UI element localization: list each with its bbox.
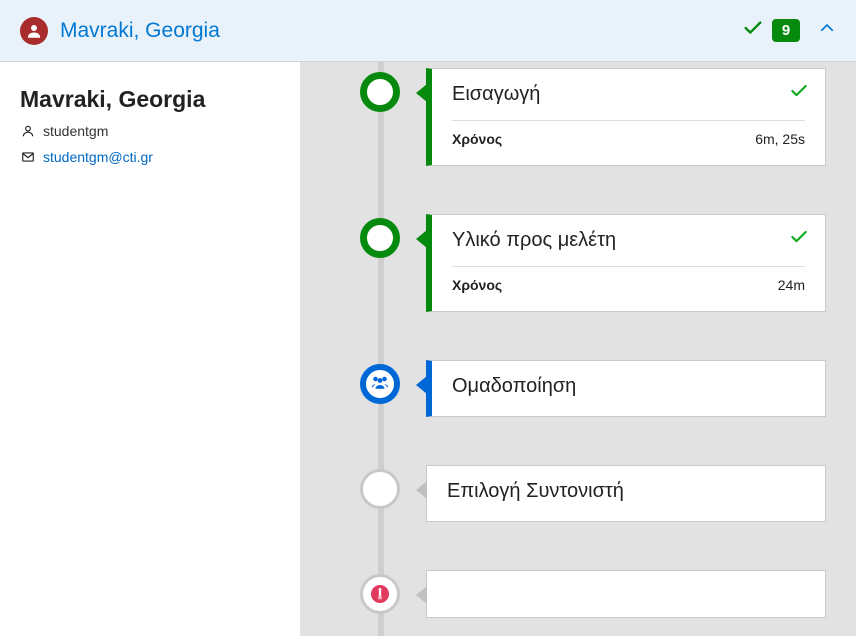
- count-badge: 9: [772, 19, 800, 42]
- arrow-icon: [416, 481, 427, 499]
- step-node-pending-icon: [360, 574, 400, 614]
- person-icon: [25, 22, 43, 40]
- time-value: 24m: [778, 277, 805, 293]
- step-title: Υλικό προς μελέτη: [452, 229, 805, 252]
- mail-icon: [20, 150, 35, 165]
- divider: [452, 266, 805, 267]
- step-card[interactable]: Επιλογή Συντονιστή: [426, 465, 826, 522]
- step-card[interactable]: Εισαγωγή Χρόνος 6m, 25s: [426, 68, 826, 166]
- arrow-icon: [416, 376, 427, 394]
- profile-username-row: studentgm: [20, 123, 280, 139]
- step-meta: Χρόνος 24m: [452, 277, 805, 293]
- timeline-step: Εισαγωγή Χρόνος 6m, 25s: [360, 68, 826, 166]
- user-icon: [20, 124, 35, 139]
- time-label: Χρόνος: [452, 277, 502, 293]
- step-card[interactable]: Υλικό προς μελέτη Χρόνος 24m: [426, 214, 826, 312]
- arrow-icon: [416, 230, 427, 248]
- check-icon: [789, 227, 809, 252]
- time-label: Χρόνος: [452, 131, 502, 147]
- step-card[interactable]: Ομαδοποίηση: [426, 360, 826, 417]
- arrow-icon: [416, 84, 427, 102]
- header-person-name: Mavraki, Georgia: [60, 19, 742, 43]
- profile-email[interactable]: studentgm@cti.gr: [43, 149, 153, 165]
- profile-email-row: studentgm@cti.gr: [20, 149, 280, 165]
- profile-sidebar: Mavraki, Georgia studentgm studentgm@cti…: [0, 62, 300, 636]
- time-value: 6m, 25s: [755, 131, 805, 147]
- content-area: Mavraki, Georgia studentgm studentgm@cti…: [0, 62, 856, 636]
- chevron-up-icon[interactable]: [818, 19, 836, 42]
- timeline-step: Υλικό προς μελέτη Χρόνος 24m: [360, 214, 826, 312]
- header-status: 9: [742, 17, 836, 44]
- divider: [452, 120, 805, 121]
- check-icon: [742, 17, 764, 44]
- step-node-active-icon: [360, 364, 400, 404]
- timeline-step: Ομαδοποίηση: [360, 360, 826, 417]
- step-node-pending-icon: [360, 469, 400, 509]
- step-node-done-icon: [360, 218, 400, 258]
- check-icon: [789, 81, 809, 106]
- avatar: [20, 17, 48, 45]
- person-standing-icon: [371, 585, 389, 603]
- profile-name: Mavraki, Georgia: [20, 86, 280, 113]
- timeline: Εισαγωγή Χρόνος 6m, 25s Υλικό προς μελέτ…: [300, 62, 856, 636]
- group-icon: [371, 375, 389, 393]
- timeline-step: Επιλογή Συντονιστή: [360, 465, 826, 522]
- step-title: Ομαδοποίηση: [452, 375, 805, 398]
- step-title: Επιλογή Συντονιστή: [447, 480, 805, 503]
- step-meta: Χρόνος 6m, 25s: [452, 131, 805, 147]
- user-header[interactable]: Mavraki, Georgia 9: [0, 0, 856, 62]
- timeline-step: [360, 570, 826, 618]
- step-card[interactable]: [426, 570, 826, 618]
- profile-username: studentgm: [43, 123, 108, 139]
- step-node-done-icon: [360, 72, 400, 112]
- arrow-icon: [416, 586, 427, 604]
- step-title: Εισαγωγή: [452, 83, 805, 106]
